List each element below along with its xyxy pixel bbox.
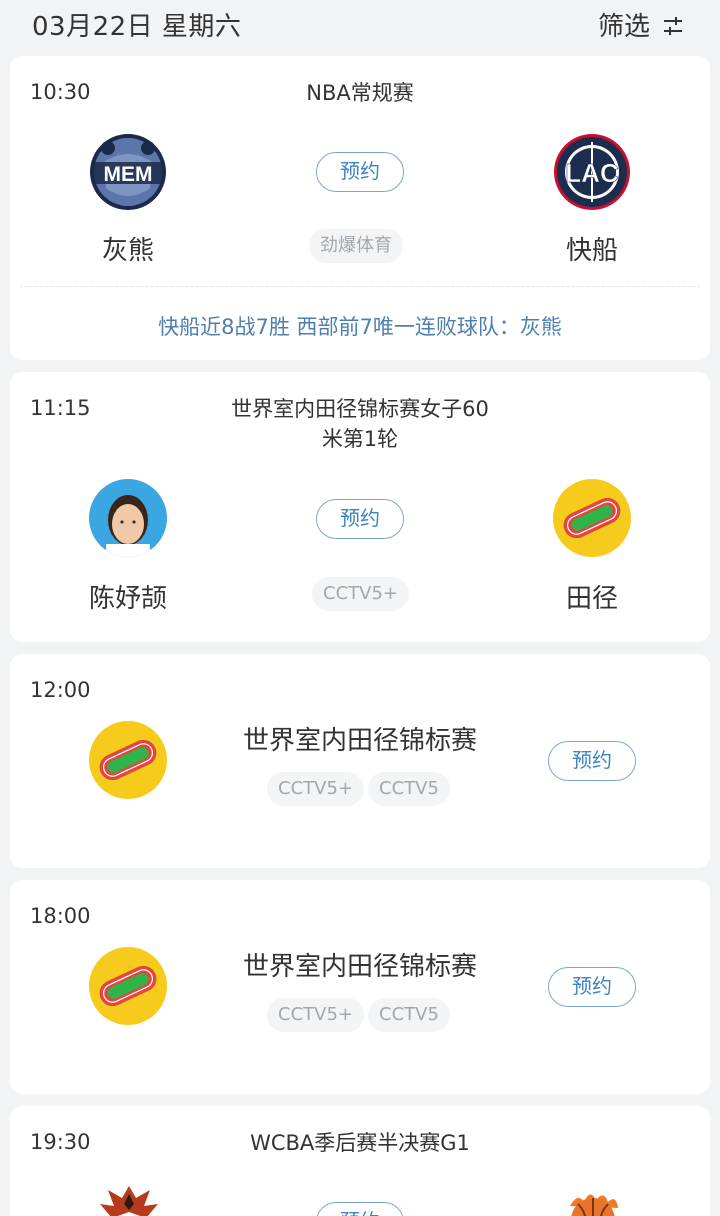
- phoenix-team-logo: [100, 1186, 158, 1216]
- athletics-track-icon: [553, 479, 631, 557]
- filter-sliders-icon: [664, 16, 682, 35]
- match-time: 12:00: [30, 678, 91, 702]
- logo-text: LAC: [565, 158, 619, 188]
- book-button[interactable]: 预约: [316, 499, 404, 539]
- channel-badge: CCTV5+: [267, 998, 364, 1032]
- book-button[interactable]: 预约: [548, 741, 636, 781]
- filter-label: 筛选: [597, 12, 650, 42]
- match-title: 世界室内田径锦标赛: [242, 952, 477, 982]
- book-button[interactable]: 预约: [316, 1202, 404, 1216]
- athlete-name: 陈妤颉: [88, 584, 167, 614]
- match-card[interactable]: 18:00 世界室内田径锦标赛 CCTV5+ CCTV5 预约: [10, 880, 710, 1094]
- match-card[interactable]: 19:30 WCBA季后赛半决赛G1 预约: [10, 1106, 710, 1216]
- date-label: 03月22日 星期六: [32, 12, 242, 42]
- athletics-track-icon: [89, 721, 167, 799]
- channel-badge: CCTV5: [368, 772, 450, 806]
- away-team-name: 快船: [565, 236, 618, 266]
- match-time: 10:30: [30, 80, 91, 104]
- book-button[interactable]: 预约: [548, 967, 636, 1007]
- basketball-flame-logo: [570, 1194, 618, 1216]
- match-time: 19:30: [30, 1130, 91, 1154]
- filter-button[interactable]: 筛选: [598, 6, 684, 43]
- match-note[interactable]: 快船近8战7胜 西部前7唯一连败球队：灰熊: [10, 311, 710, 341]
- date-header-bar: 03月22日 星期六 筛选: [0, 0, 720, 50]
- match-time: 18:00: [30, 904, 91, 928]
- divider: [20, 286, 700, 287]
- match-title-line1: 世界室内田径锦标赛女子60: [231, 397, 489, 421]
- athlete-avatar: [89, 479, 167, 557]
- sport-name: 田径: [565, 584, 618, 614]
- channel-badge: CCTV5: [368, 998, 450, 1032]
- match-title: NBA常规赛: [306, 81, 414, 105]
- memphis-grizzlies-logo: MEM: [90, 134, 166, 210]
- la-clippers-logo: LAC: [554, 134, 630, 210]
- match-card[interactable]: 11:15 世界室内田径锦标赛女子60 米第1轮 陈妤颉 预约 CCTV5+ 田…: [10, 372, 710, 642]
- match-time: 11:15: [30, 396, 91, 420]
- logo-text: MEM: [104, 163, 153, 186]
- channel-badge: CCTV5+: [267, 772, 364, 806]
- match-title: WCBA季后赛半决赛G1: [250, 1131, 470, 1155]
- match-title: 世界室内田径锦标赛: [242, 726, 477, 756]
- home-team-name: 灰熊: [101, 236, 154, 266]
- athletics-track-icon: [89, 947, 167, 1025]
- channel-badge: 劲爆体育: [309, 229, 403, 263]
- book-button[interactable]: 预约: [316, 152, 404, 192]
- match-title-line2: 米第1轮: [321, 427, 399, 451]
- match-card[interactable]: 10:30 NBA常规赛 MEM 灰熊 预约 劲爆体育 LAC 快船 快船近8战…: [10, 56, 710, 360]
- channel-badge: CCTV5+: [312, 577, 409, 611]
- match-card[interactable]: 12:00 世界室内田径锦标赛 CCTV5+ CCTV5 预约: [10, 654, 710, 868]
